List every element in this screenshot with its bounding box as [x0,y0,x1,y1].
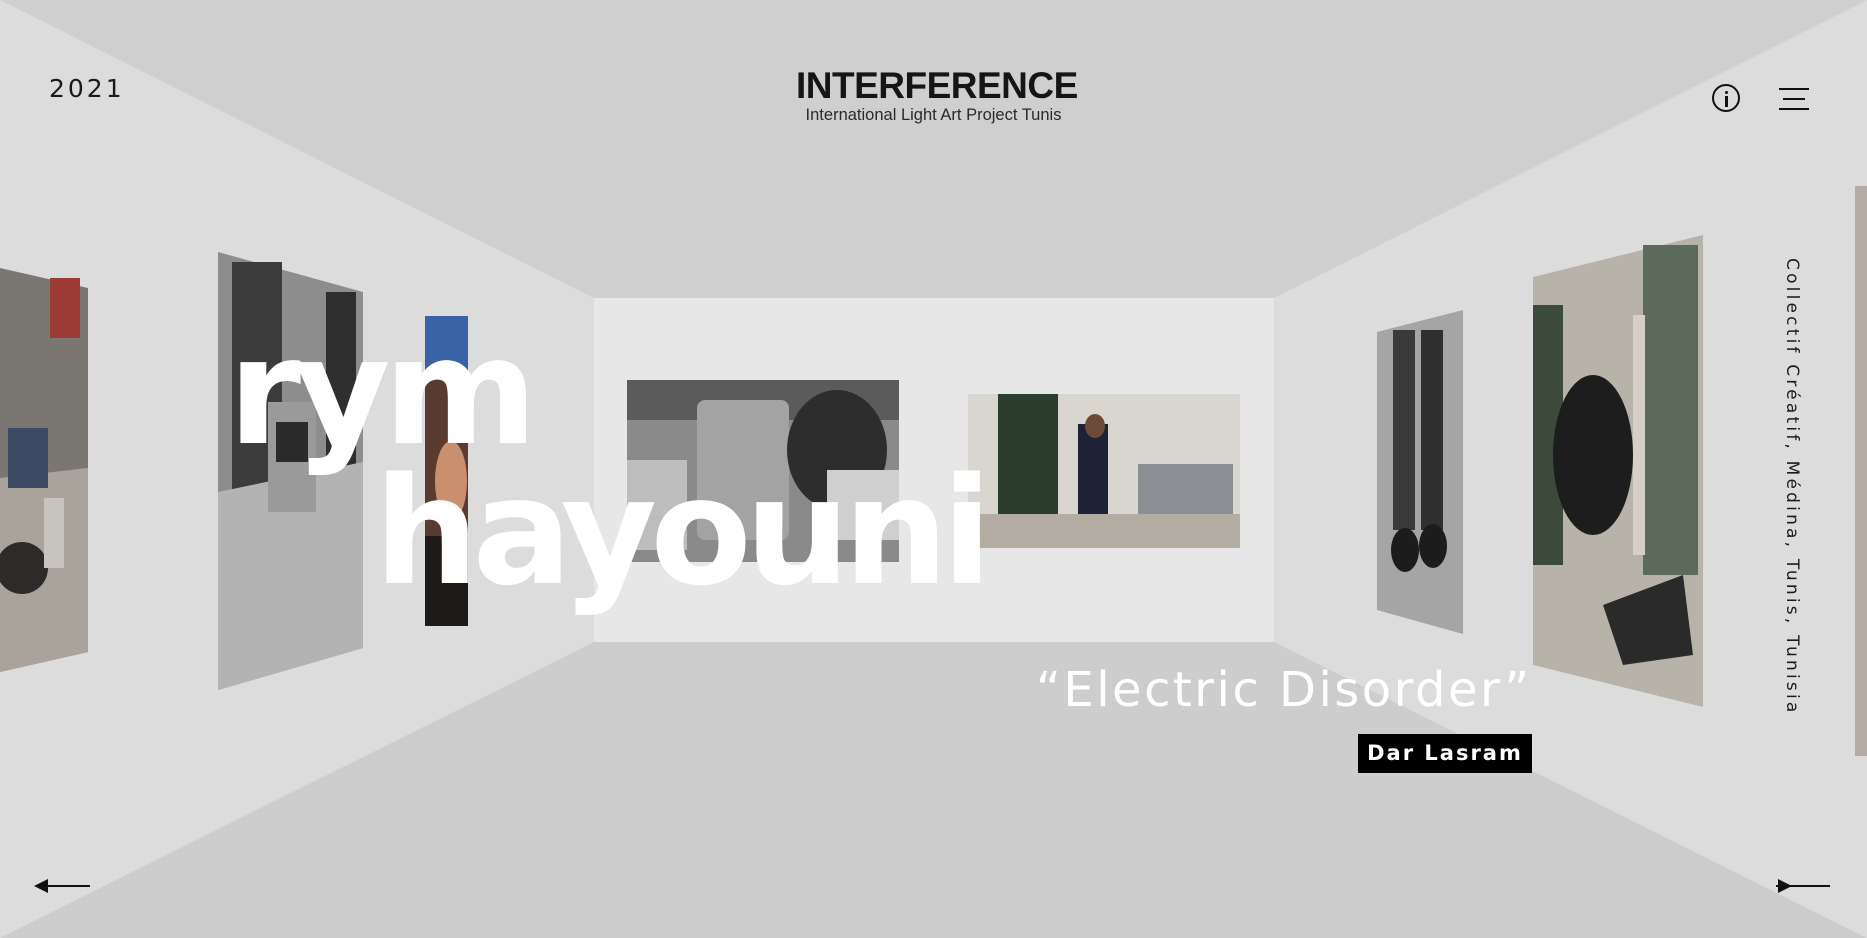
info-icon[interactable] [1712,84,1740,112]
year-label: 2021 [49,74,125,103]
logo-subtitle: International Light Art Project Tunis [805,106,1062,124]
photo-left-far[interactable] [0,268,90,672]
photo-right-edge[interactable] [1855,186,1867,756]
menu-line-bottom [1779,108,1809,110]
photo-right-performance[interactable] [1533,235,1703,707]
info-icon-dot [1725,91,1728,94]
artist-last-name: hayouni [374,446,992,618]
photo-center-person[interactable] [968,394,1240,548]
arrow-right-icon[interactable] [1776,876,1832,896]
location-text: Collectif Créatif, Médina, Tunis, Tunisi… [1782,258,1802,716]
menu-line-top [1779,88,1809,90]
venue-badge[interactable]: Dar Lasram [1358,734,1532,773]
arrow-left-icon[interactable] [34,876,90,896]
artwork-title: “Electric Disorder” [1036,662,1532,718]
photo-right-legs[interactable] [1377,310,1465,634]
artist-first-name: rym [228,306,538,478]
logo-title: INTERFERENCE [796,65,1078,106]
info-icon-bar [1725,96,1728,107]
hamburger-menu-icon[interactable] [1779,88,1809,110]
menu-line-middle [1783,98,1805,100]
site-logo[interactable]: INTERFERENCE International Light Art Pro… [796,65,1078,125]
